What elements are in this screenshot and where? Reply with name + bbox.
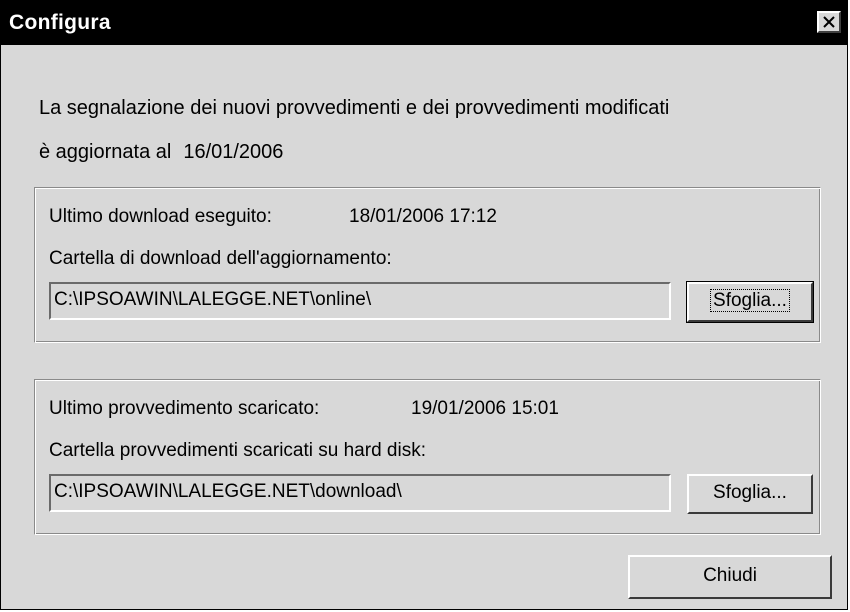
title-bar[interactable]: Configura: [1, 1, 847, 45]
browse-provvedimenti-folder-button[interactable]: Sfoglia...: [687, 474, 813, 514]
window-close-button[interactable]: [817, 11, 841, 33]
browse-download-folder-button[interactable]: Sfoglia...: [686, 281, 814, 323]
intro-updated-label: è aggiornata al: [39, 141, 172, 163]
last-download-row: Ultimo download eseguito: 18/01/2006 17:…: [49, 206, 497, 228]
download-folder-field[interactable]: C:\IPSOAWIN\LALEGGE.NET\online\: [49, 282, 671, 320]
provvedimenti-folder-label: Cartella provvedimenti scaricati su hard…: [49, 440, 426, 461]
provvedimenti-groupbox: Ultimo provvedimento scaricato: 19/01/20…: [34, 379, 821, 535]
last-provvedimento-label: Ultimo provvedimento scaricato:: [49, 398, 320, 419]
chiudi-button[interactable]: Chiudi: [628, 555, 832, 599]
window-title: Configura: [9, 11, 111, 34]
configura-dialog: Configura La segnalazione dei nuovi prov…: [0, 0, 848, 610]
browse-provvedimenti-label: Sfoglia...: [713, 482, 787, 503]
download-groupbox: Ultimo download eseguito: 18/01/2006 17:…: [34, 187, 821, 343]
close-icon: [823, 16, 835, 28]
intro-line-2: è aggiornata al 16/01/2006: [39, 141, 283, 164]
last-provvedimento-value: 19/01/2006 15:01: [411, 398, 559, 419]
provvedimenti-folder-path: C:\IPSOAWIN\LALEGGE.NET\download\: [54, 481, 402, 502]
provvedimenti-folder-field[interactable]: C:\IPSOAWIN\LALEGGE.NET\download\: [49, 474, 671, 512]
download-folder-label: Cartella di download dell'aggiornamento:: [49, 248, 392, 269]
intro-line-1: La segnalazione dei nuovi provvedimenti …: [39, 97, 670, 119]
last-download-value: 18/01/2006 17:12: [349, 206, 497, 227]
download-folder-path: C:\IPSOAWIN\LALEGGE.NET\online\: [54, 289, 372, 310]
last-provvedimento-row: Ultimo provvedimento scaricato: 19/01/20…: [49, 398, 559, 420]
chiudi-label: Chiudi: [703, 565, 757, 586]
last-download-label: Ultimo download eseguito:: [49, 206, 272, 227]
intro-updated-date: 16/01/2006: [183, 141, 284, 163]
browse-download-label: Sfoglia...: [710, 289, 790, 312]
